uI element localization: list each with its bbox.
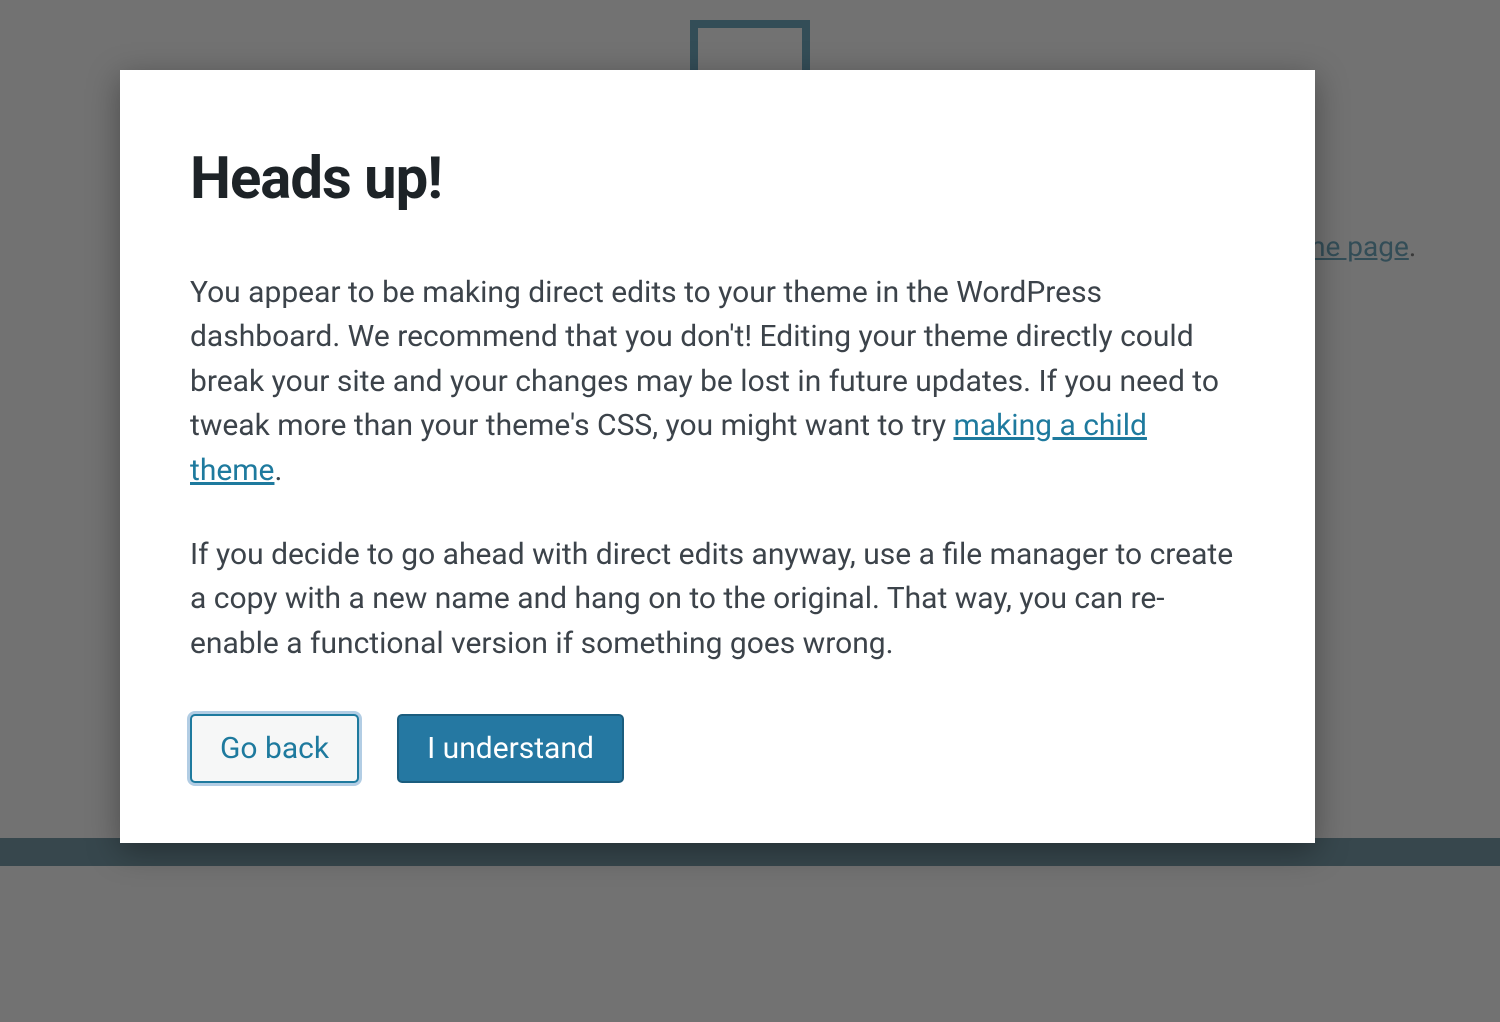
i-understand-button[interactable]: I understand bbox=[397, 714, 624, 783]
modal-paragraph-2: If you decide to go ahead with direct ed… bbox=[190, 533, 1245, 666]
modal-title: Heads up! bbox=[190, 145, 1245, 213]
modal-button-row: Go back I understand bbox=[190, 714, 1245, 783]
modal-paragraph-1: You appear to be making direct edits to … bbox=[190, 271, 1245, 493]
modal-para1-text-after: . bbox=[274, 453, 282, 488]
go-back-button[interactable]: Go back bbox=[190, 714, 359, 783]
warning-modal: Heads up! You appear to be making direct… bbox=[120, 70, 1315, 843]
